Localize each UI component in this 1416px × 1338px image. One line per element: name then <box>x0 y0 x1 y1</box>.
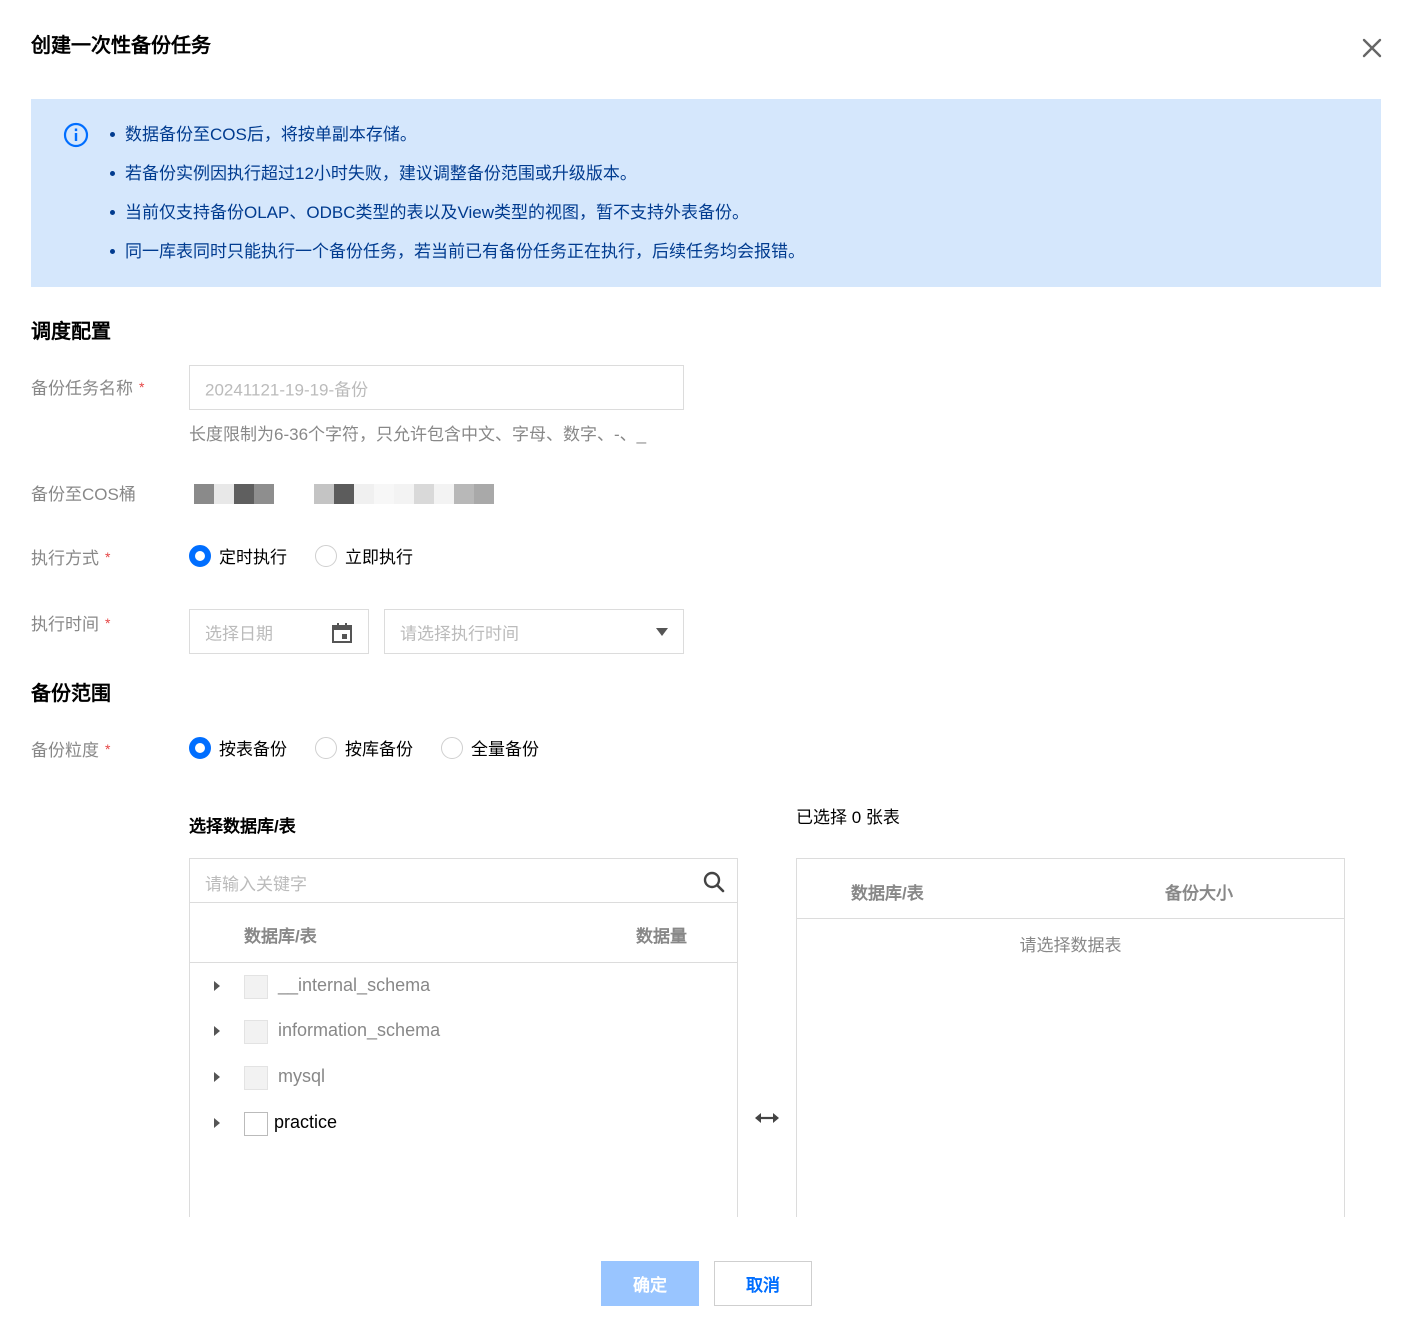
notice-item: 若备份实例因执行超过12小时失败，建议调整备份范围或升级版本。 <box>109 154 805 193</box>
row-name: practice <box>274 1112 338 1132</box>
notice-list: 数据备份至COS后，将按单副本存储。 若备份实例因执行超过12小时失败，建议调整… <box>109 115 805 271</box>
source-panel: 请输入关键字 数据库/表 数据量 __internal_schema infor… <box>189 858 738 1217</box>
col-backup-size: 备份大小 <box>1165 884 1233 903</box>
row-checkbox <box>244 1066 268 1090</box>
date-picker[interactable]: 选择日期 <box>189 609 369 654</box>
search-icon[interactable] <box>702 870 726 894</box>
granularity-radio-group: 按表备份 按库备份 全量备份 <box>189 735 567 760</box>
chevron-down-icon <box>656 628 668 636</box>
col-db-table: 数据库/表 <box>851 884 924 903</box>
info-notice: 数据备份至COS后，将按单副本存储。 若备份实例因执行超过12小时失败，建议调整… <box>31 99 1381 287</box>
exec-mode-label: 执行方式 * <box>31 549 111 568</box>
task-name-label: 备份任务名称 * <box>31 379 145 398</box>
info-icon <box>63 122 89 153</box>
col-db-table: 数据库/表 <box>244 927 317 946</box>
target-panel: 数据库/表 备份大小 请选择数据表 <box>796 858 1345 1217</box>
radio-by-table[interactable]: 按表备份 <box>189 735 287 760</box>
row-name: __internal_schema <box>278 975 431 995</box>
target-table-header: 数据库/表 备份大小 <box>797 859 1344 919</box>
expand-caret-icon[interactable] <box>214 1026 220 1036</box>
expand-caret-icon[interactable] <box>214 1118 220 1128</box>
row-name: information_schema <box>278 1020 441 1040</box>
expand-caret-icon[interactable] <box>214 1072 220 1082</box>
cos-bucket-label: 备份至COS桶 <box>31 485 136 504</box>
confirm-button[interactable]: 确定 <box>601 1261 699 1306</box>
radio-immediate[interactable]: 立即执行 <box>315 543 413 568</box>
radio-scheduled[interactable]: 定时执行 <box>189 543 287 568</box>
tree-row[interactable]: practice <box>190 1101 737 1147</box>
source-search-input[interactable]: 请输入关键字 <box>190 859 737 903</box>
task-name-placeholder: 20241121-19-19-备份 <box>205 380 369 399</box>
notice-item: 数据备份至COS后，将按单副本存储。 <box>109 115 805 154</box>
calendar-icon <box>332 623 352 643</box>
tree-row: mysql <box>190 1055 737 1101</box>
source-table-header: 数据库/表 数据量 <box>190 903 737 963</box>
row-name: mysql <box>278 1066 326 1086</box>
task-name-input[interactable]: 20241121-19-19-备份 <box>189 365 684 410</box>
section-schedule-heading: 调度配置 <box>31 321 111 343</box>
tree-row: information_schema <box>190 1009 737 1055</box>
row-checkbox <box>244 975 268 999</box>
cos-bucket-value-redacted <box>194 484 494 504</box>
row-checkbox[interactable] <box>244 1112 268 1136</box>
radio-by-database[interactable]: 按库备份 <box>315 735 413 760</box>
section-scope-heading: 备份范围 <box>31 683 111 705</box>
time-select[interactable]: 请选择执行时间 <box>384 609 684 654</box>
exec-mode-radio-group: 定时执行 立即执行 <box>189 543 441 568</box>
time-placeholder: 请选择执行时间 <box>400 624 519 643</box>
empty-placeholder: 请选择数据表 <box>1019 936 1122 955</box>
cancel-button[interactable]: 取消 <box>714 1261 812 1306</box>
notice-item: 同一库表同时只能执行一个备份任务，若当前已有备份任务正在执行，后续任务均会报错。 <box>109 232 805 271</box>
selected-count: 已选择 0 张表 <box>796 808 900 827</box>
tree-row: __internal_schema <box>190 964 737 1010</box>
transfer-arrows-icon <box>755 1113 779 1123</box>
notice-item: 当前仅支持备份OLAP、ODBC类型的表以及View类型的视图，暂不支持外表备份… <box>109 193 805 232</box>
granularity-label: 备份粒度 * <box>31 741 111 760</box>
close-icon[interactable] <box>1358 34 1386 62</box>
search-placeholder: 请输入关键字 <box>205 875 307 894</box>
expand-caret-icon[interactable] <box>214 981 220 991</box>
exec-time-label: 执行时间 * <box>31 615 111 634</box>
task-name-hint: 长度限制为6-36个字符，只允许包含中文、字母、数字、-、_ <box>189 425 647 444</box>
col-data-size: 数据量 <box>636 927 687 946</box>
source-panel-title: 选择数据库/表 <box>189 817 296 836</box>
date-placeholder: 选择日期 <box>205 624 273 643</box>
radio-full[interactable]: 全量备份 <box>441 735 539 760</box>
row-checkbox <box>244 1020 268 1044</box>
dialog-title: 创建一次性备份任务 <box>31 35 211 57</box>
